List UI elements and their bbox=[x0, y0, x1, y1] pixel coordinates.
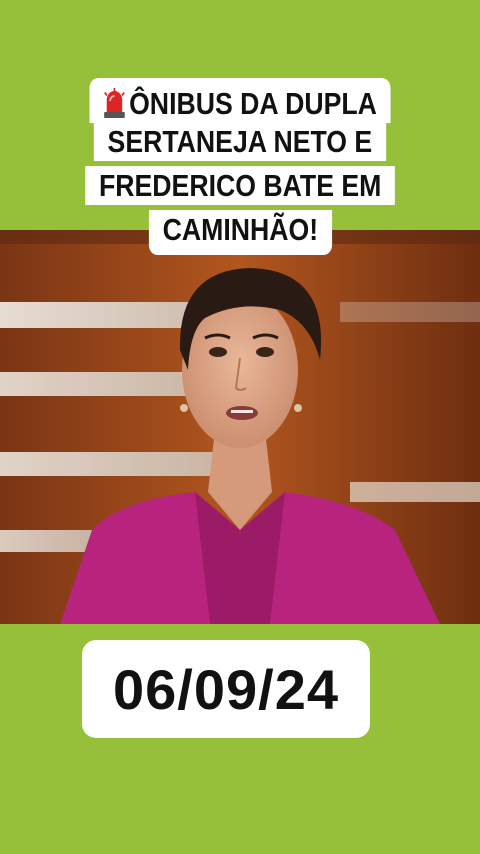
headline-line-1: ÔNIBUS DA DUPLA bbox=[89, 78, 391, 123]
police-light-icon bbox=[103, 88, 125, 118]
news-anchor-illustration bbox=[0, 230, 480, 624]
headline-line-3: FREDERICO BATE EM bbox=[85, 166, 395, 205]
headline-line-2: SERTANEJA NETO E bbox=[93, 122, 387, 161]
date-text: 06/09/24 bbox=[113, 657, 339, 721]
headline-line-4: CAMINHÃO! bbox=[148, 210, 332, 255]
news-video-frame[interactable] bbox=[0, 230, 480, 624]
story-frame: ÔNIBUS DA DUPLA SERTANEJA NETO E FREDERI… bbox=[0, 0, 480, 854]
headline-caption: ÔNIBUS DA DUPLA SERTANEJA NETO E FREDERI… bbox=[0, 78, 480, 255]
date-caption: 06/09/24 bbox=[82, 640, 370, 738]
headline-text-1: ÔNIBUS DA DUPLA bbox=[128, 86, 377, 121]
